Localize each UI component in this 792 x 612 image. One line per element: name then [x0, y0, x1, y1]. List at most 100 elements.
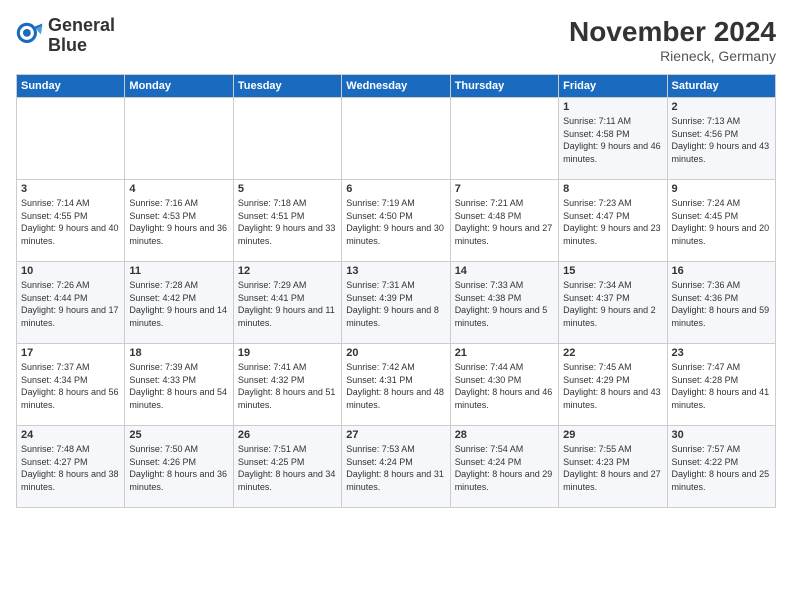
day-info: Sunrise: 7:55 AM Sunset: 4:23 PM Dayligh… — [563, 443, 662, 493]
table-row: 10 Sunrise: 7:26 AM Sunset: 4:44 PM Dayli… — [17, 262, 125, 344]
table-row: 18 Sunrise: 7:39 AM Sunset: 4:33 PM Dayli… — [125, 344, 233, 426]
day-info: Sunrise: 7:19 AM Sunset: 4:50 PM Dayligh… — [346, 197, 445, 247]
day-info: Sunrise: 7:48 AM Sunset: 4:27 PM Dayligh… — [21, 443, 120, 493]
day-number: 7 — [455, 183, 554, 195]
table-row: 26Sunrise: 7:51 AM Sunset: 4:25 PM Dayli… — [233, 426, 341, 508]
table-row: 20 Sunrise: 7:42 AM Sunset: 4:31 PM Dayli… — [342, 344, 450, 426]
table-row: 11 Sunrise: 7:28 AM Sunset: 4:42 PM Dayli… — [125, 262, 233, 344]
logo-line1: General — [48, 16, 115, 36]
day-number: 1 — [563, 101, 662, 113]
day-number: 21 — [455, 347, 554, 359]
day-number: 8 — [563, 183, 662, 195]
day-info: Sunrise: 7:21 AM Sunset: 4:48 PM Dayligh… — [455, 197, 554, 247]
logo-icon — [16, 22, 44, 50]
week-row-1: 3 Sunrise: 7:14 AM Sunset: 4:55 PM Daylig… — [17, 180, 776, 262]
header: General Blue November 2024 Rieneck, Germ… — [16, 16, 776, 64]
day-info: Sunrise: 7:29 AM Sunset: 4:41 PM Dayligh… — [238, 279, 337, 329]
day-number: 11 — [129, 265, 228, 277]
logo-text: General Blue — [48, 16, 115, 56]
table-row: 15 Sunrise: 7:34 AM Sunset: 4:37 PM Dayli… — [559, 262, 667, 344]
table-row: 23 Sunrise: 7:47 AM Sunset: 4:28 PM Dayli… — [667, 344, 775, 426]
table-row: 17 Sunrise: 7:37 AM Sunset: 4:34 PM Dayli… — [17, 344, 125, 426]
table-row: 27Sunrise: 7:53 AM Sunset: 4:24 PM Dayli… — [342, 426, 450, 508]
day-number: 4 — [129, 183, 228, 195]
day-info: Sunrise: 7:42 AM Sunset: 4:31 PM Dayligh… — [346, 361, 445, 411]
day-number: 25 — [129, 429, 228, 441]
title-block: November 2024 Rieneck, Germany — [569, 16, 776, 64]
day-number: 19 — [238, 347, 337, 359]
day-info: Sunrise: 7:24 AM Sunset: 4:45 PM Dayligh… — [672, 197, 771, 247]
table-row: 16Sunrise: 7:36 AM Sunset: 4:36 PM Dayli… — [667, 262, 775, 344]
table-row: 12Sunrise: 7:29 AM Sunset: 4:41 PM Dayli… — [233, 262, 341, 344]
day-info: Sunrise: 7:50 AM Sunset: 4:26 PM Dayligh… — [129, 443, 228, 493]
day-info: Sunrise: 7:44 AM Sunset: 4:30 PM Dayligh… — [455, 361, 554, 411]
day-info: Sunrise: 7:31 AM Sunset: 4:39 PM Dayligh… — [346, 279, 445, 329]
week-row-2: 10 Sunrise: 7:26 AM Sunset: 4:44 PM Dayli… — [17, 262, 776, 344]
day-info: Sunrise: 7:14 AM Sunset: 4:55 PM Dayligh… — [21, 197, 120, 247]
header-saturday: Saturday — [667, 75, 775, 98]
day-number: 18 — [129, 347, 228, 359]
table-row: 22Sunrise: 7:45 AM Sunset: 4:29 PM Dayli… — [559, 344, 667, 426]
day-info: Sunrise: 7:11 AM Sunset: 4:58 PM Dayligh… — [563, 115, 662, 165]
header-sunday: Sunday — [17, 75, 125, 98]
calendar: Sunday Monday Tuesday Wednesday Thursday… — [16, 74, 776, 508]
header-friday: Friday — [559, 75, 667, 98]
day-number: 20 — [346, 347, 445, 359]
day-number: 24 — [21, 429, 120, 441]
day-number: 2 — [672, 101, 771, 113]
week-row-4: 24 Sunrise: 7:48 AM Sunset: 4:27 PM Dayli… — [17, 426, 776, 508]
day-info: Sunrise: 7:33 AM Sunset: 4:38 PM Dayligh… — [455, 279, 554, 329]
day-info: Sunrise: 7:41 AM Sunset: 4:32 PM Dayligh… — [238, 361, 337, 411]
month-title: November 2024 — [569, 16, 776, 48]
table-row: 24 Sunrise: 7:48 AM Sunset: 4:27 PM Dayli… — [17, 426, 125, 508]
header-tuesday: Tuesday — [233, 75, 341, 98]
location: Rieneck, Germany — [569, 48, 776, 64]
day-info: Sunrise: 7:28 AM Sunset: 4:42 PM Dayligh… — [129, 279, 228, 329]
day-number: 5 — [238, 183, 337, 195]
page: General Blue November 2024 Rieneck, Germ… — [0, 0, 792, 612]
table-row: 13 Sunrise: 7:31 AM Sunset: 4:39 PM Dayli… — [342, 262, 450, 344]
table-row — [450, 98, 558, 180]
table-row: 6 Sunrise: 7:19 AM Sunset: 4:50 PM Daylig… — [342, 180, 450, 262]
day-number: 17 — [21, 347, 120, 359]
day-info: Sunrise: 7:26 AM Sunset: 4:44 PM Dayligh… — [21, 279, 120, 329]
day-number: 30 — [672, 429, 771, 441]
day-info: Sunrise: 7:37 AM Sunset: 4:34 PM Dayligh… — [21, 361, 120, 411]
table-row — [125, 98, 233, 180]
logo-line2: Blue — [48, 36, 115, 56]
table-row: 4Sunrise: 7:16 AM Sunset: 4:53 PM Daylig… — [125, 180, 233, 262]
table-row: 14Sunrise: 7:33 AM Sunset: 4:38 PM Dayli… — [450, 262, 558, 344]
table-row: 7 Sunrise: 7:21 AM Sunset: 4:48 PM Daylig… — [450, 180, 558, 262]
day-info: Sunrise: 7:54 AM Sunset: 4:24 PM Dayligh… — [455, 443, 554, 493]
day-info: Sunrise: 7:18 AM Sunset: 4:51 PM Dayligh… — [238, 197, 337, 247]
day-number: 10 — [21, 265, 120, 277]
day-info: Sunrise: 7:57 AM Sunset: 4:22 PM Dayligh… — [672, 443, 771, 493]
day-number: 13 — [346, 265, 445, 277]
day-number: 6 — [346, 183, 445, 195]
day-number: 27 — [346, 429, 445, 441]
week-row-3: 17 Sunrise: 7:37 AM Sunset: 4:34 PM Dayli… — [17, 344, 776, 426]
table-row: 5 Sunrise: 7:18 AM Sunset: 4:51 PM Daylig… — [233, 180, 341, 262]
table-row: 8 Sunrise: 7:23 AM Sunset: 4:47 PM Daylig… — [559, 180, 667, 262]
day-info: Sunrise: 7:23 AM Sunset: 4:47 PM Dayligh… — [563, 197, 662, 247]
day-info: Sunrise: 7:47 AM Sunset: 4:28 PM Dayligh… — [672, 361, 771, 411]
table-row: 19 Sunrise: 7:41 AM Sunset: 4:32 PM Dayli… — [233, 344, 341, 426]
day-number: 28 — [455, 429, 554, 441]
table-row: 21 Sunrise: 7:44 AM Sunset: 4:30 PM Dayli… — [450, 344, 558, 426]
header-wednesday: Wednesday — [342, 75, 450, 98]
day-info: Sunrise: 7:34 AM Sunset: 4:37 PM Dayligh… — [563, 279, 662, 329]
table-row: 2 Sunrise: 7:13 AM Sunset: 4:56 PM Daylig… — [667, 98, 775, 180]
day-info: Sunrise: 7:51 AM Sunset: 4:25 PM Dayligh… — [238, 443, 337, 493]
day-number: 23 — [672, 347, 771, 359]
calendar-header-row: Sunday Monday Tuesday Wednesday Thursday… — [17, 75, 776, 98]
day-number: 3 — [21, 183, 120, 195]
table-row: 29Sunrise: 7:55 AM Sunset: 4:23 PM Dayli… — [559, 426, 667, 508]
week-row-0: 1 Sunrise: 7:11 AM Sunset: 4:58 PM Daylig… — [17, 98, 776, 180]
day-number: 15 — [563, 265, 662, 277]
table-row: 28 Sunrise: 7:54 AM Sunset: 4:24 PM Dayli… — [450, 426, 558, 508]
day-number: 22 — [563, 347, 662, 359]
day-info: Sunrise: 7:13 AM Sunset: 4:56 PM Dayligh… — [672, 115, 771, 165]
table-row: 1 Sunrise: 7:11 AM Sunset: 4:58 PM Daylig… — [559, 98, 667, 180]
day-info: Sunrise: 7:39 AM Sunset: 4:33 PM Dayligh… — [129, 361, 228, 411]
header-monday: Monday — [125, 75, 233, 98]
